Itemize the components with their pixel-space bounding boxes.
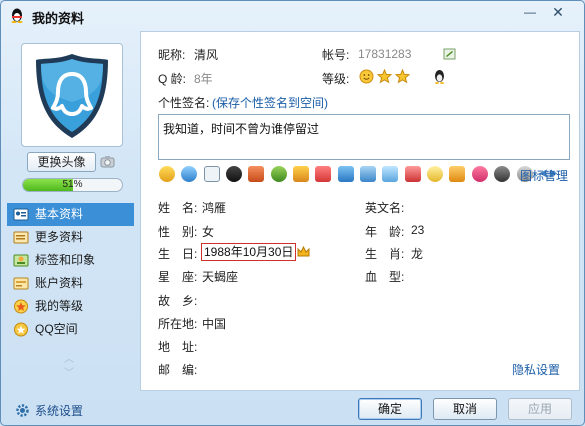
sidebar-item-label: 标签和印象	[35, 253, 96, 267]
zodiac-label: 生 肖:	[365, 247, 405, 261]
qq-penguin-icon[interactable]	[432, 68, 447, 84]
profile-completion-progress: 51%	[22, 178, 123, 192]
profile-card-icon	[13, 208, 29, 221]
level-label: 等级:	[322, 72, 350, 86]
constellation-label: 星 座:	[158, 270, 198, 284]
minimize-button[interactable]: —	[519, 4, 541, 22]
sidebar-item-level[interactable]: 我的等级	[7, 295, 134, 318]
shield-penguin-icon	[36, 54, 108, 138]
constellation-value[interactable]: 天蝎座	[202, 268, 238, 285]
sidebar-item-qzone[interactable]: QQ空间	[7, 318, 134, 341]
account-label: 帐号:	[322, 48, 350, 62]
postcode-label: 邮 编:	[158, 363, 198, 377]
sidebar-item-label: 更多资料	[35, 230, 84, 244]
progress-text: 51%	[62, 179, 83, 190]
sidebar-item-basic-info[interactable]: 基本资料	[7, 203, 134, 226]
avatar[interactable]	[21, 43, 123, 147]
book-service-icon[interactable]	[404, 166, 421, 182]
hometown-label: 故 乡:	[158, 294, 198, 308]
close-button[interactable]: ✕	[547, 4, 569, 22]
blood-type-label: 血 型:	[365, 270, 405, 284]
system-settings-link[interactable]: 系统设置	[15, 402, 83, 419]
name-value[interactable]: 鸿雁	[202, 199, 226, 216]
camera-icon[interactable]	[99, 153, 116, 170]
title-bar[interactable]: 我的资料 — ✕	[1, 1, 584, 31]
qq-age-value: 8年	[194, 72, 213, 86]
english-name-label: 英文名:	[365, 201, 405, 215]
qq-penguin-icon	[11, 8, 23, 23]
star-level-icon	[377, 69, 392, 84]
signature-input[interactable]: 我知道，时间不曾为谁停留过	[158, 114, 570, 160]
sidebar-nav: 基本资料 更多资料 标签和印象 账户资料 我的等级 QQ空间	[7, 203, 134, 341]
gear-icon	[16, 404, 29, 417]
chevron-down-icon[interactable]: ﹀	[61, 367, 77, 381]
birthday-value[interactable]: 1988年10月30日	[201, 243, 297, 261]
mobile-service-icon[interactable]	[382, 166, 399, 182]
zodiac-value[interactable]: 龙	[411, 245, 423, 262]
sidebar-item-label: 基本资料	[35, 207, 84, 221]
level-icon	[14, 299, 28, 314]
sidebar-item-label: 我的等级	[35, 299, 84, 313]
vip-service-icon[interactable]	[449, 166, 466, 182]
chevron-up-icon[interactable]: ︿	[61, 353, 77, 367]
sun-level-icon	[359, 69, 374, 84]
edit-account-icon[interactable]	[443, 48, 456, 60]
penguin-service-icon[interactable]	[226, 166, 243, 182]
qzone-icon	[14, 322, 28, 337]
crown-icon	[297, 246, 310, 257]
age-value[interactable]: 23	[411, 223, 424, 237]
music-service-icon[interactable]	[270, 166, 287, 182]
sidebar-item-label: QQ空间	[35, 322, 78, 336]
apply-button[interactable]: 应用	[508, 398, 572, 420]
gender-label: 性 别:	[158, 225, 198, 239]
nickname-value[interactable]: 清风	[194, 46, 218, 63]
pet-service-icon[interactable]	[293, 166, 310, 182]
account-icon	[13, 277, 29, 290]
nav-scroll-arrows[interactable]: ︿ ﹀	[61, 353, 77, 387]
game-service-icon[interactable]	[248, 166, 265, 182]
ok-button[interactable]: 确定	[358, 398, 422, 420]
tag-icon	[13, 254, 29, 267]
window-title: 我的资料	[32, 11, 85, 26]
service-icons-row: ◀ ▶	[159, 166, 558, 182]
cancel-button[interactable]: 取消	[433, 398, 497, 420]
nickname-label: 昵称:	[158, 48, 186, 62]
profile-panel: 昵称: 清风 帐号: 17831283 Q 龄: 8年 等级: 个性签名: (保…	[140, 31, 580, 391]
profile-window: 我的资料 — ✕ 更换头像 51% 基本资料 更多资料 标签和印象 账户资料 我…	[0, 0, 585, 426]
icon-management-link[interactable]: 图标管理	[520, 167, 568, 184]
location-value[interactable]: 中国	[202, 315, 226, 332]
sidebar-item-tags[interactable]: 标签和印象	[7, 249, 134, 272]
signature-label: 个性签名:	[158, 96, 210, 110]
location-label: 所在地:	[158, 317, 198, 331]
name-label: 姓 名:	[158, 201, 198, 215]
pet-bear-icon[interactable]	[471, 166, 488, 182]
star-service-icon[interactable]	[181, 166, 198, 182]
birthday-label: 生 日:	[158, 247, 198, 261]
security-service-icon[interactable]	[494, 166, 511, 182]
sidebar-item-account[interactable]: 账户资料	[7, 272, 134, 295]
age-label: 年 龄:	[365, 225, 405, 239]
home-service-icon[interactable]	[315, 166, 332, 182]
save-signature-link[interactable]: (保存个性签名到空间)	[212, 94, 328, 111]
camera-service-icon[interactable]	[337, 166, 354, 182]
star-level-icon	[395, 69, 410, 84]
sidebar-item-more-info[interactable]: 更多资料	[7, 226, 134, 249]
account-value: 17831283	[358, 47, 412, 61]
gender-value[interactable]: 女	[202, 223, 214, 240]
privacy-settings-link[interactable]: 隐私设置	[512, 361, 560, 378]
bulb-service-icon[interactable]	[427, 166, 444, 182]
shield-service-icon[interactable]	[159, 166, 175, 182]
address-label: 地 址:	[158, 340, 198, 354]
computer-service-icon[interactable]	[360, 166, 377, 182]
sidebar-item-label: 账户资料	[35, 276, 84, 290]
more-info-icon	[13, 231, 29, 244]
qq-age-label: Q 龄:	[158, 72, 187, 86]
mail-icon[interactable]	[203, 166, 220, 182]
system-settings-label: 系统设置	[35, 404, 84, 418]
change-avatar-button[interactable]: 更换头像	[27, 152, 96, 172]
